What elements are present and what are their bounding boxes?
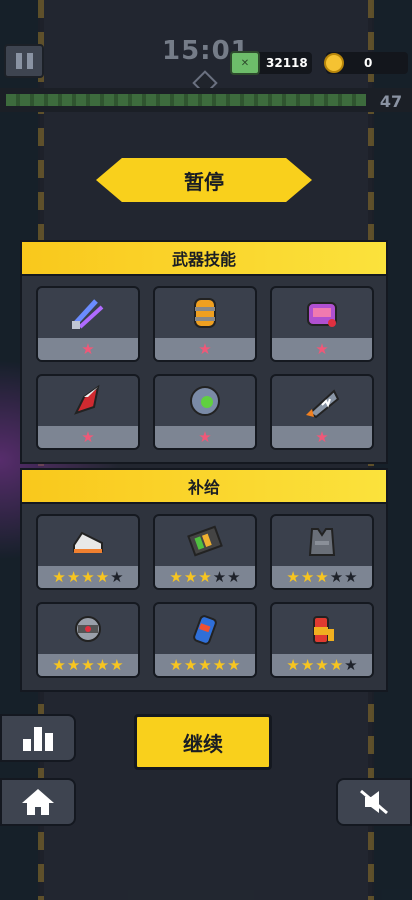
shark-icon: [306, 389, 340, 419]
orb-icon: [190, 386, 220, 416]
supply-panel: 补给 ★ ★ ★ ★ ★ ★ ★ ★ ★ ★ ★ ★ ★ ★ ★ ★ ★ ★ ★ ★ ★ ★ ★ ★ ★ ★ ★ ★ ★ ★: [20, 468, 388, 692]
xp-fill: [6, 94, 366, 106]
kill-count: 32118: [266, 56, 308, 70]
filled-star-icon: ★: [300, 567, 315, 586]
coin-icon: [324, 53, 344, 73]
filled-star-icon: ★: [169, 567, 183, 586]
filled-star-icon: ★: [212, 655, 227, 674]
filled-star-icon: ★: [169, 655, 183, 674]
canister-icon: [194, 298, 216, 328]
empty-star-icon: ★: [344, 567, 358, 586]
weapon-card-shark-rocket[interactable]: ★: [270, 374, 374, 450]
supply-card-battery[interactable]: ★ ★ ★ ★ ★: [153, 514, 257, 590]
home-icon: [22, 789, 54, 815]
shuriken-icon: [74, 384, 100, 415]
filled-star-icon: ★: [110, 655, 124, 674]
weapon-skills-title: 武器技能: [22, 242, 386, 276]
empty-star-icon: ★: [344, 655, 358, 674]
weapon-card-gamepad-drone[interactable]: ★: [270, 286, 374, 362]
player-level: 47: [379, 92, 403, 111]
filled-star-icon: ★: [183, 567, 198, 586]
pause-button[interactable]: [4, 44, 44, 78]
supply-card-drink-can[interactable]: ★ ★ ★ ★ ★: [153, 602, 257, 678]
supply-card-fuel-cell[interactable]: ★ ★ ★ ★ ★: [270, 602, 374, 678]
star-rating: ★ ★ ★ ★ ★: [155, 566, 255, 588]
filled-star-icon: ★: [66, 655, 81, 674]
filled-star-icon: ★: [227, 655, 241, 674]
filled-star-icon: ★: [52, 655, 66, 674]
star-icon: ★: [315, 339, 329, 358]
core-icon: [75, 616, 101, 642]
filled-star-icon: ★: [315, 567, 329, 586]
filled-star-icon: ★: [66, 567, 81, 586]
pause-title-banner: 暂停: [96, 158, 312, 202]
filled-star-icon: ★: [198, 567, 212, 586]
stats-button[interactable]: [0, 714, 76, 762]
supply-title: 补给: [22, 470, 386, 504]
can-icon: [193, 615, 217, 645]
weapon-card-grenade[interactable]: ★: [153, 286, 257, 362]
filled-star-icon: ★: [95, 567, 110, 586]
weapon-card-shuriken[interactable]: ★: [36, 374, 140, 450]
fuel-icon: [313, 616, 334, 644]
home-button[interactable]: [0, 778, 76, 826]
star-icon: ★: [198, 339, 212, 358]
star-icon: ★: [198, 427, 212, 446]
star-rating: ★ ★ ★ ★ ★: [272, 566, 372, 588]
supply-card-sneakers[interactable]: ★ ★ ★ ★ ★: [36, 514, 140, 590]
filled-star-icon: ★: [52, 567, 66, 586]
weapon-skills-panel: 武器技能 ★ ★ ★ ★ ★ ★: [20, 240, 388, 464]
gamepad-icon: [307, 302, 337, 327]
filled-star-icon: ★: [286, 567, 300, 586]
coin-counter: 0: [324, 52, 408, 74]
empty-star-icon: ★: [329, 567, 344, 586]
blade-icon: [72, 299, 104, 329]
empty-star-icon: ★: [227, 567, 241, 586]
star-rating: ★ ★ ★ ★ ★: [38, 654, 138, 676]
star-rating: ★ ★ ★ ★ ★: [38, 566, 138, 588]
supply-card-armor-vest[interactable]: ★ ★ ★ ★ ★: [270, 514, 374, 590]
filled-star-icon: ★: [81, 567, 95, 586]
filled-star-icon: ★: [315, 655, 329, 674]
filled-star-icon: ★: [95, 655, 110, 674]
weapon-card-plasma-blades[interactable]: ★: [36, 286, 140, 362]
xp-bar: [0, 88, 412, 112]
coin-count: 0: [364, 56, 373, 70]
vest-icon: [308, 528, 336, 556]
kill-counter: ✕ 32118: [230, 51, 312, 75]
bar-chart-icon: [23, 727, 53, 751]
shoe-icon: [73, 531, 103, 553]
filled-star-icon: ★: [183, 655, 198, 674]
filled-star-icon: ★: [300, 655, 315, 674]
empty-star-icon: ★: [110, 567, 124, 586]
star-icon: ★: [81, 427, 95, 446]
mute-button[interactable]: [336, 778, 412, 826]
zombie-head-icon: ✕: [230, 51, 260, 75]
filled-star-icon: ★: [286, 655, 300, 674]
supply-card-magnet-core[interactable]: ★ ★ ★ ★ ★: [36, 602, 140, 678]
filled-star-icon: ★: [329, 655, 344, 674]
filled-star-icon: ★: [198, 655, 212, 674]
star-rating: ★ ★ ★ ★ ★: [155, 654, 255, 676]
star-icon: ★: [81, 339, 95, 358]
weapon-card-energy-orb[interactable]: ★: [153, 374, 257, 450]
continue-button[interactable]: 继续: [134, 714, 272, 770]
pause-title: 暂停: [184, 169, 224, 194]
star-rating: ★ ★ ★ ★ ★: [272, 654, 372, 676]
filled-star-icon: ★: [81, 655, 95, 674]
star-icon: ★: [315, 427, 329, 446]
mute-icon: [360, 789, 388, 815]
empty-star-icon: ★: [212, 567, 227, 586]
battery-icon: [187, 525, 223, 557]
